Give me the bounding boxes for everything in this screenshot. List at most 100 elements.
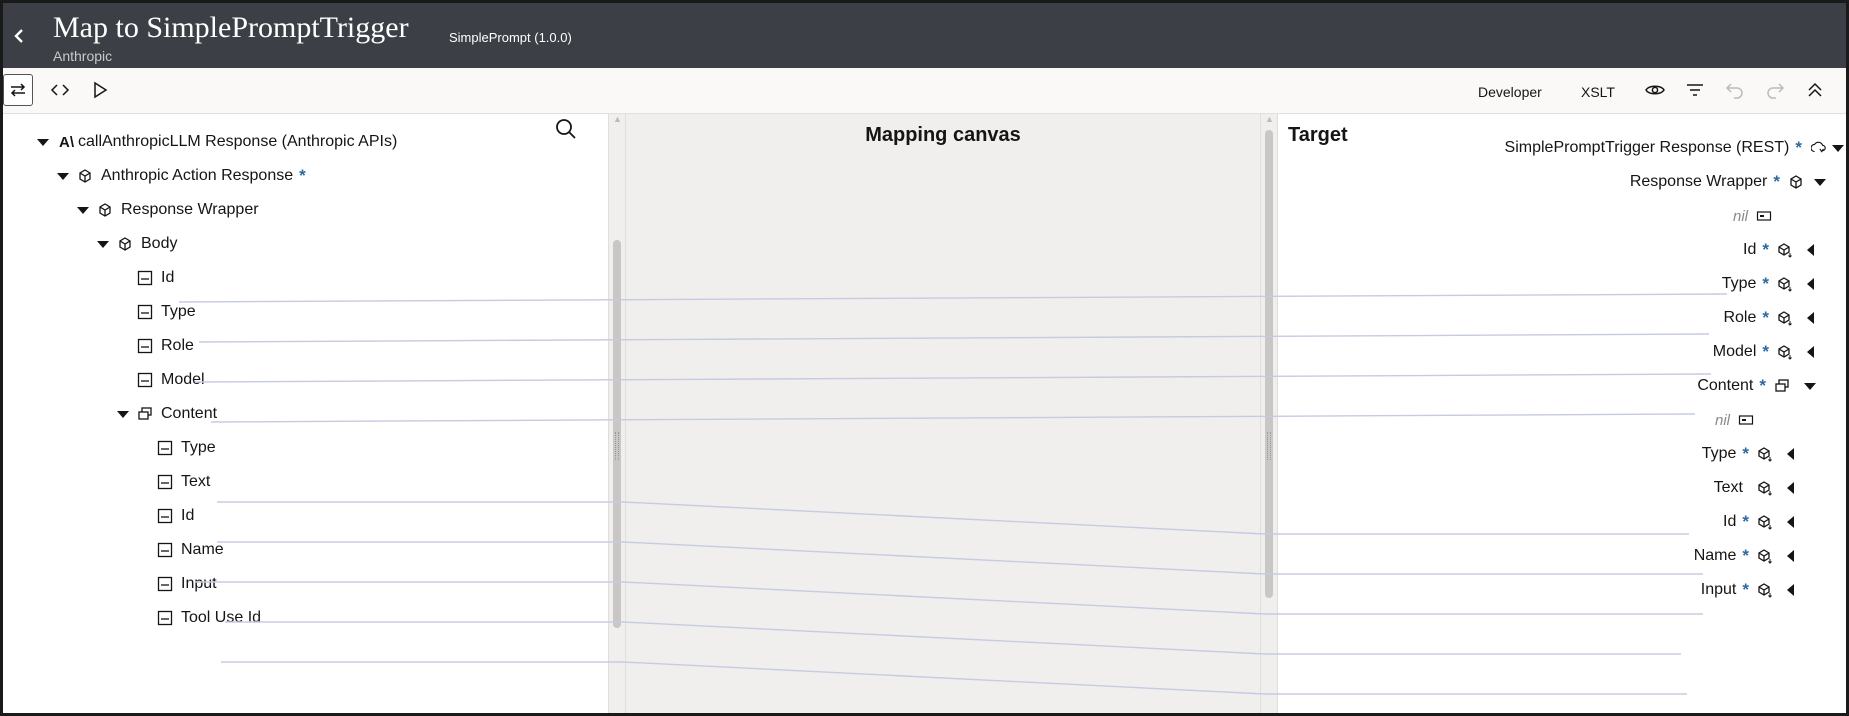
test-button[interactable] [85,74,115,106]
source-body-node[interactable]: Body [97,230,177,258]
target-field-type[interactable]: Type * [1722,270,1814,298]
filter-button[interactable] [1683,74,1707,106]
source-response-wrapper-node[interactable]: Response Wrapper [77,196,259,224]
target-response-wrapper-node[interactable]: Response Wrapper * [1630,168,1826,196]
source-content-node[interactable]: Content [117,400,217,428]
collapse-caret-icon[interactable] [1787,550,1794,562]
target-tree-pane: Target SimplePromptTrigger Response (RES… [1278,114,1846,713]
target-field-role[interactable]: Role * [1723,304,1814,332]
page-subtitle: Anthropic [53,48,113,64]
source-field-label: Tool Use Id [181,609,262,626]
cube-mapped-icon [1757,480,1773,496]
string-field-icon [157,576,173,592]
source-field-label: Id [181,507,195,524]
target-field-label: Type [1721,275,1757,292]
target-pane-splitter[interactable]: ▲ [1260,114,1278,713]
collapse-caret-icon[interactable] [1807,346,1814,358]
source-content-field-name[interactable]: Name [157,536,224,564]
collapse-caret-icon[interactable] [1807,312,1814,324]
rest-trigger-icon [1810,140,1828,156]
source-root-node[interactable]: A\ callAnthropicLLM Response (Anthropic … [37,128,397,156]
eye-icon [1645,85,1665,95]
collapse-caret-icon[interactable] [1807,244,1814,256]
collapse-caret-icon[interactable] [1787,584,1794,596]
source-field-label: Role [161,337,194,354]
cube-icon [77,168,93,184]
collection-icon [137,406,153,422]
toolbar: Developer XSLT [3,68,1846,114]
expand-caret-icon[interactable] [1814,178,1826,186]
source-content-field-text[interactable]: Text [157,468,210,496]
expand-caret-icon[interactable] [1804,382,1816,390]
target-content-nil[interactable]: nil [1707,406,1754,434]
redo-button[interactable] [1763,74,1787,106]
source-pane-splitter[interactable]: ▲ [608,114,626,713]
target-content-node[interactable]: Content * [1697,372,1816,400]
source-field-model[interactable]: Model [137,366,205,394]
collapse-header-button[interactable] [1803,74,1827,106]
source-field-type[interactable]: Type [137,298,196,326]
mapping-view-toggle-button[interactable] [3,74,33,106]
target-root-node[interactable]: SimplePromptTrigger Response (REST) * [1505,134,1844,162]
source-body-label: Body [141,235,178,252]
source-field-label: Type [181,439,216,456]
target-content-field-input[interactable]: Input * [1701,576,1794,604]
target-field-id[interactable]: Id * [1743,236,1814,264]
expand-caret-icon[interactable] [77,206,89,214]
search-icon [556,119,576,139]
swap-arrows-icon [10,83,26,97]
preview-button[interactable] [1643,74,1667,106]
scroll-up-arrow-icon[interactable]: ▲ [613,114,622,124]
string-field-icon [137,304,153,320]
target-content-field-text[interactable]: Text [1714,474,1794,502]
mapping-canvas[interactable]: Mapping canvas [626,114,1260,713]
code-view-button[interactable] [45,74,75,106]
search-button[interactable] [555,118,577,145]
target-scrollbar-thumb[interactable] [1265,130,1273,598]
source-action-response-node[interactable]: Anthropic Action Response * [57,162,306,190]
expand-caret-icon[interactable] [37,138,49,146]
source-field-id[interactable]: Id [137,264,174,292]
target-wrapper-nil[interactable]: nil [1725,202,1772,230]
expand-caret-icon[interactable] [117,410,129,418]
collection-icon [1774,378,1790,394]
nil-label: nil [1732,207,1748,225]
target-content-field-type[interactable]: Type * [1702,440,1794,468]
collapse-caret-icon[interactable] [1787,448,1794,460]
nil-toggle-icon[interactable] [1738,412,1754,428]
expand-caret-icon[interactable] [1832,144,1844,152]
source-content-field-type[interactable]: Type [157,434,216,462]
scroll-up-arrow-icon[interactable]: ▲ [1265,114,1274,124]
developer-toggle[interactable]: Developer [1478,84,1542,100]
integration-version: SimplePrompt (1.0.0) [449,30,572,45]
string-field-icon [157,610,173,626]
collapse-caret-icon[interactable] [1787,516,1794,528]
cube-mapped-icon [1757,446,1773,462]
cube-icon [1788,174,1804,190]
anthropic-logo-icon: A\ [59,133,74,151]
target-field-label: Model [1712,343,1757,360]
cube-icon [117,236,133,252]
collapse-caret-icon[interactable] [1787,482,1794,494]
source-field-role[interactable]: Role [137,332,194,360]
required-marker: * [1762,274,1769,293]
collapse-caret-icon[interactable] [1807,278,1814,290]
xslt-toggle[interactable]: XSLT [1581,84,1615,100]
required-marker: * [1773,172,1780,191]
splitter-grip-icon[interactable] [1267,432,1271,460]
target-content-field-id[interactable]: Id * [1723,508,1794,536]
target-response-wrapper-label: Response Wrapper [1629,173,1768,190]
target-field-model[interactable]: Model * [1713,338,1814,366]
back-button[interactable] [9,23,31,49]
undo-button[interactable] [1723,74,1747,106]
target-content-field-name[interactable]: Name * [1694,542,1794,570]
cube-mapped-icon [1757,548,1773,564]
cube-mapped-icon [1777,276,1793,292]
expand-caret-icon[interactable] [57,172,69,180]
source-content-field-tool-use-id[interactable]: Tool Use Id [157,604,261,632]
splitter-grip-icon[interactable] [615,432,619,460]
source-content-field-id[interactable]: Id [157,502,194,530]
expand-caret-icon[interactable] [97,240,109,248]
nil-toggle-icon[interactable] [1756,208,1772,224]
source-content-field-input[interactable]: Input [157,570,217,598]
